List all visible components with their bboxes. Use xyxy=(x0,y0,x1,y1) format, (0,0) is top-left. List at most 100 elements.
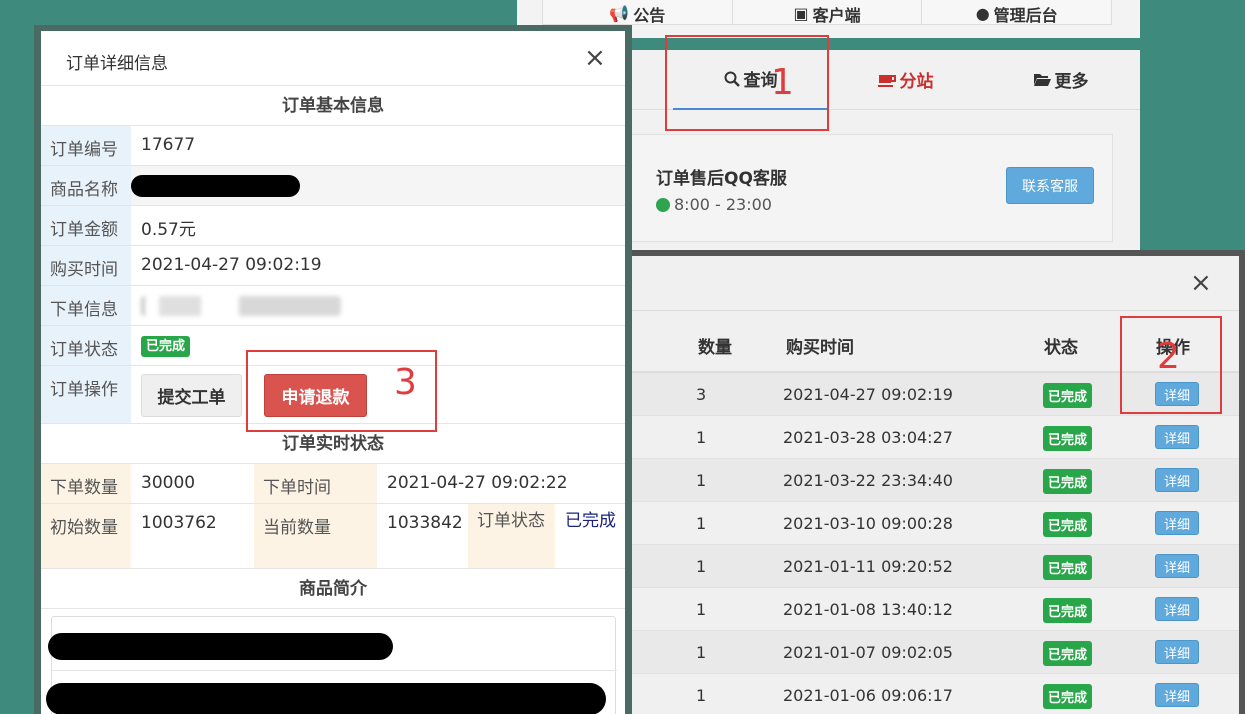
blurred-text xyxy=(141,296,341,316)
orders-modal-header: × xyxy=(626,256,1239,311)
detail-button[interactable]: 详细 xyxy=(1155,683,1199,707)
label-amount: 订单金额 xyxy=(41,206,131,245)
status-badge: 已完成 xyxy=(1043,426,1093,451)
status-badge: 已完成 xyxy=(141,336,191,357)
row-realtime-2: 初始数量 1003762 当前数量 1033842 订单状态 已完成 xyxy=(41,504,625,569)
row-realtime-1: 下单数量 30000 下单时间 2021-04-27 09:02:22 xyxy=(41,464,625,504)
divider xyxy=(52,670,617,671)
close-icon[interactable]: × xyxy=(584,45,606,71)
value-product-name xyxy=(131,166,625,205)
section-basic-info: 订单基本信息 xyxy=(41,86,625,126)
table-row: 1 2021-03-22 23:34:40 已完成 详细 xyxy=(626,459,1239,502)
section-product-intro: 商品简介 xyxy=(41,569,625,609)
annotation-number-2: 2 xyxy=(1157,336,1180,377)
table-row: 1 2021-03-10 09:00:28 已完成 详细 xyxy=(626,502,1239,545)
label-product-name: 商品名称 xyxy=(41,166,131,205)
nav-announcement[interactable]: 📢 公告 xyxy=(543,0,733,25)
label-order-info: 下单信息 xyxy=(41,286,131,325)
cell-qty: 1 xyxy=(696,514,707,533)
cell-time: 2021-03-28 03:04:27 xyxy=(783,428,953,447)
status-badge: 已完成 xyxy=(1043,598,1093,623)
row-order-info: 下单信息 xyxy=(41,286,625,326)
table-row: 1 2021-01-11 09:20:52 已完成 详细 xyxy=(626,545,1239,588)
label-order-qty: 下单数量 xyxy=(41,464,131,503)
value-order-time: 2021-04-27 09:02:22 xyxy=(387,473,568,493)
status-badge: 已完成 xyxy=(1043,641,1093,666)
status-badge: 已完成 xyxy=(1043,383,1093,408)
value-order-info xyxy=(131,286,625,325)
cell-qty: 3 xyxy=(696,385,707,404)
cell-qty: 1 xyxy=(696,600,707,619)
table-row: 1 2021-01-08 13:40:12 已完成 详细 xyxy=(626,588,1239,631)
service-title: 订单售后QQ客服 xyxy=(656,169,787,189)
redaction-mark xyxy=(131,175,300,197)
submit-ticket-button[interactable]: 提交工单 xyxy=(141,374,242,417)
cell-qty: 1 xyxy=(696,557,707,576)
detail-modal-title: 订单详细信息 xyxy=(66,54,168,74)
col-time: 购买时间 xyxy=(786,338,854,358)
orders-table-body: 3 2021-04-27 09:02:19 已完成 详细 1 2021-03-28 03:… xyxy=(626,373,1239,714)
value-order-qty: 30000 xyxy=(141,473,196,493)
megaphone-icon: 📢 xyxy=(609,4,630,23)
android-icon: ▣ xyxy=(793,4,809,23)
value-buy-time: 2021-04-27 09:02:19 xyxy=(141,255,322,275)
product-intro-box xyxy=(46,616,617,714)
folder-open-icon xyxy=(1033,74,1051,86)
cell-time: 2021-01-08 13:40:12 xyxy=(783,600,953,619)
value-init-qty: 1003762 xyxy=(141,513,217,533)
label-order-time: 下单时间 xyxy=(254,464,377,503)
label-cur-qty: 当前数量 xyxy=(254,504,377,568)
label-order-status: 订单状态 xyxy=(41,326,131,365)
value-amount: 0.57元 xyxy=(141,220,196,240)
users-icon: ● xyxy=(975,4,990,23)
annotation-box-1 xyxy=(665,35,829,131)
row-amount: 订单金额 0.57元 xyxy=(41,206,625,246)
row-product-name: 商品名称 xyxy=(41,166,625,206)
table-row: 1 2021-01-07 09:02:05 已完成 详细 xyxy=(626,631,1239,674)
status-badge: 已完成 xyxy=(1043,555,1093,580)
value-state: 已完成 xyxy=(565,511,616,531)
online-dot-icon xyxy=(656,197,670,212)
service-box: 订单售后QQ客服 8:00 - 23:00 联系客服 xyxy=(569,134,1113,242)
cell-qty: 1 xyxy=(696,643,707,662)
cell-time: 2021-03-10 09:00:28 xyxy=(783,514,953,533)
service-hours: 8:00 - 23:00 xyxy=(656,195,772,214)
nav-client[interactable]: ▣ 客户端 xyxy=(733,0,923,25)
redaction-mark xyxy=(48,633,393,660)
table-row: 1 2021-03-28 03:04:27 已完成 详细 xyxy=(626,416,1239,459)
status-badge: 已完成 xyxy=(1043,684,1093,709)
detail-button[interactable]: 详细 xyxy=(1155,554,1199,578)
annotation-number-1: 1 xyxy=(771,62,794,103)
cell-time: 2021-03-22 23:34:40 xyxy=(783,471,953,490)
label-buy-time: 购买时间 xyxy=(41,246,131,285)
cell-qty: 1 xyxy=(696,428,707,447)
col-status: 状态 xyxy=(1044,338,1078,358)
contact-service-button[interactable]: 联系客服 xyxy=(1006,167,1094,204)
cell-time: 2021-01-06 09:06:17 xyxy=(783,686,953,705)
close-icon[interactable]: × xyxy=(1190,270,1212,296)
detail-modal-header: 订单详细信息 × xyxy=(41,31,625,86)
col-qty: 数量 xyxy=(698,338,732,358)
detail-button[interactable]: 详细 xyxy=(1155,597,1199,621)
label-order-no: 订单编号 xyxy=(41,126,131,165)
table-row: 1 2021-01-06 09:06:17 已完成 详细 xyxy=(626,674,1239,714)
cell-time: 2021-01-11 09:20:52 xyxy=(783,557,953,576)
tab-more[interactable]: 更多 xyxy=(983,50,1138,110)
label-init-qty: 初始数量 xyxy=(41,504,131,568)
detail-button[interactable]: 详细 xyxy=(1155,468,1199,492)
value-order-no: 17677 xyxy=(141,135,196,155)
row-order-no: 订单编号 17677 xyxy=(41,126,625,166)
top-nav: 📢 公告 ▣ 客户端 ● 管理后台 xyxy=(542,0,1112,25)
detail-button[interactable]: 详细 xyxy=(1155,425,1199,449)
detail-button[interactable]: 详细 xyxy=(1155,511,1199,535)
coffee-icon xyxy=(877,74,896,87)
detail-button[interactable]: 详细 xyxy=(1155,640,1199,664)
tab-substation[interactable]: 分站 xyxy=(828,50,983,110)
label-order-ops: 订单操作 xyxy=(41,366,131,423)
annotation-number-3: 3 xyxy=(394,362,417,403)
nav-admin[interactable]: ● 管理后台 xyxy=(922,0,1111,25)
cell-time: 2021-01-07 09:02:05 xyxy=(783,643,953,662)
status-badge: 已完成 xyxy=(1043,512,1093,537)
redaction-mark xyxy=(46,683,606,714)
label-state: 订单状态 xyxy=(468,504,555,568)
